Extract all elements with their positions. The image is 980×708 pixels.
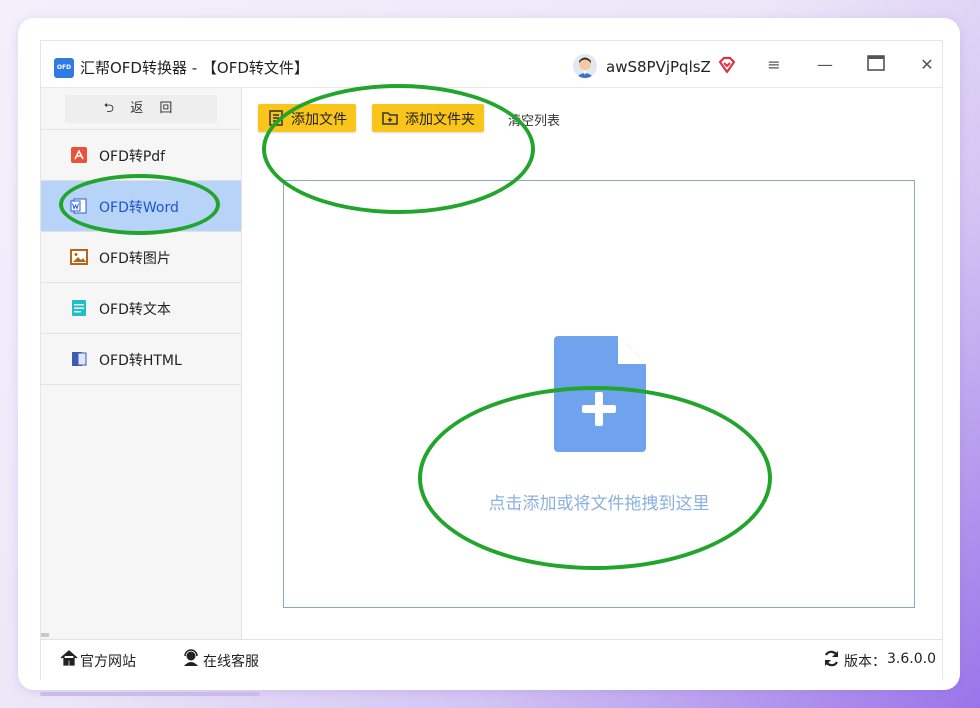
- close-button[interactable]: ✕: [917, 55, 937, 75]
- minimize-button[interactable]: —: [815, 55, 835, 75]
- version-label: 版本：: [844, 654, 886, 670]
- official-website-link[interactable]: 官方网站: [80, 651, 136, 671]
- user-avatar[interactable]: [573, 54, 597, 78]
- sidebar-item-ofd-to-html[interactable]: OFD转HTML: [41, 334, 241, 385]
- image-icon: [70, 249, 88, 265]
- sidebar-item-label: OFD转HTML: [99, 353, 182, 369]
- sidebar-item-label: OFD转Pdf: [99, 149, 166, 165]
- sidebar-item-ofd-to-image[interactable]: OFD转图片: [41, 232, 241, 283]
- online-support-link[interactable]: 在线客服: [203, 651, 259, 671]
- horizontal-scrollbar[interactable]: [40, 692, 260, 696]
- maximize-button[interactable]: [866, 55, 886, 75]
- sidebar-scrollbar[interactable]: [41, 633, 49, 637]
- window-title: 汇帮OFD转换器 - 【OFD转文件】: [80, 59, 309, 77]
- annotation-ellipse: [59, 174, 220, 235]
- footer-bar: 官方网站 在线客服 版本： 3.6.0.0: [41, 639, 942, 680]
- sidebar-item-label: OFD转文本: [99, 302, 171, 318]
- html-icon: [72, 352, 87, 366]
- annotation-ellipse: [418, 386, 772, 570]
- username[interactable]: awS8PVjPqlsZ: [606, 58, 711, 76]
- back-button[interactable]: ⮌ 返 回: [65, 95, 217, 123]
- menu-icon[interactable]: ≡: [764, 55, 784, 75]
- version-number: 3.6.0.0: [887, 651, 936, 667]
- pdf-icon: [71, 147, 87, 163]
- app-logo-icon: OFD: [54, 58, 74, 78]
- annotation-ellipse: [262, 84, 535, 214]
- sidebar-item-label: OFD转图片: [99, 251, 171, 267]
- sidebar: ⮌ 返 回 OFD转Pdf OFD转Word OFD转图片 OFD转文本 OFD…: [41, 88, 242, 639]
- sidebar-item-ofd-to-text[interactable]: OFD转文本: [41, 283, 241, 334]
- vip-diamond-icon[interactable]: [717, 55, 737, 75]
- refresh-icon: [824, 650, 839, 667]
- back-row: ⮌ 返 回: [41, 88, 241, 130]
- home-icon: [60, 650, 78, 666]
- customer-service-icon: [184, 649, 198, 666]
- title-bar: OFD 汇帮OFD转换器 - 【OFD转文件】 awS8PVjPqlsZ ≡ —…: [41, 41, 942, 88]
- text-icon: [72, 300, 86, 316]
